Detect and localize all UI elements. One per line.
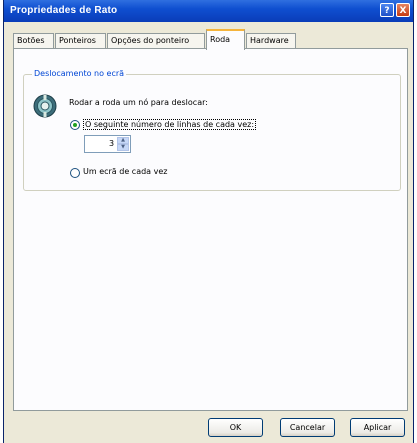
wheel-tab-panel: Deslocamento no ecrã Rodar a roda um nó … bbox=[13, 48, 408, 411]
scrolling-groupbox: Deslocamento no ecrã Rodar a roda um nó … bbox=[23, 69, 401, 191]
window-title: Propriedades de Rato bbox=[10, 5, 118, 16]
lines-radio-label[interactable]: O seguinte número de linhas de cada vez: bbox=[83, 119, 257, 130]
tab-pointers[interactable]: Ponteiros bbox=[55, 33, 106, 48]
help-button[interactable]: ? bbox=[380, 3, 394, 17]
close-button[interactable]: X bbox=[396, 3, 410, 17]
spin-down-button[interactable]: ▼ bbox=[117, 144, 129, 151]
tab-pointer-options[interactable]: Opções do ponteiro bbox=[107, 33, 205, 48]
wheel-instruction-text: Rodar a roda um nó para deslocar: bbox=[69, 98, 208, 107]
groupbox-legend: Deslocamento no ecrã bbox=[32, 69, 127, 78]
mouse-properties-dialog: Propriedades de Rato ? X Botões Ponteiro… bbox=[3, 0, 414, 443]
title-bar[interactable]: Propriedades de Rato ? X bbox=[4, 0, 413, 22]
mouse-wheel-icon bbox=[33, 94, 57, 118]
apply-button[interactable]: Aplicar bbox=[350, 418, 405, 437]
screen-radio[interactable] bbox=[70, 168, 80, 178]
ok-button[interactable]: OK bbox=[208, 418, 263, 437]
tab-hardware[interactable]: Hardware bbox=[246, 33, 296, 48]
lines-radio[interactable] bbox=[70, 120, 80, 130]
spin-up-button[interactable]: ▲ bbox=[117, 137, 129, 144]
lines-spinbox[interactable]: 3 ▲ ▼ bbox=[84, 135, 131, 153]
screen-radio-label[interactable]: Um ecrã de cada vez bbox=[83, 167, 167, 176]
lines-value-input[interactable]: 3 bbox=[109, 139, 114, 148]
cancel-button[interactable]: Cancelar bbox=[280, 418, 335, 437]
tab-buttons[interactable]: Botões bbox=[13, 33, 54, 48]
tab-wheel[interactable]: Roda bbox=[206, 29, 245, 50]
